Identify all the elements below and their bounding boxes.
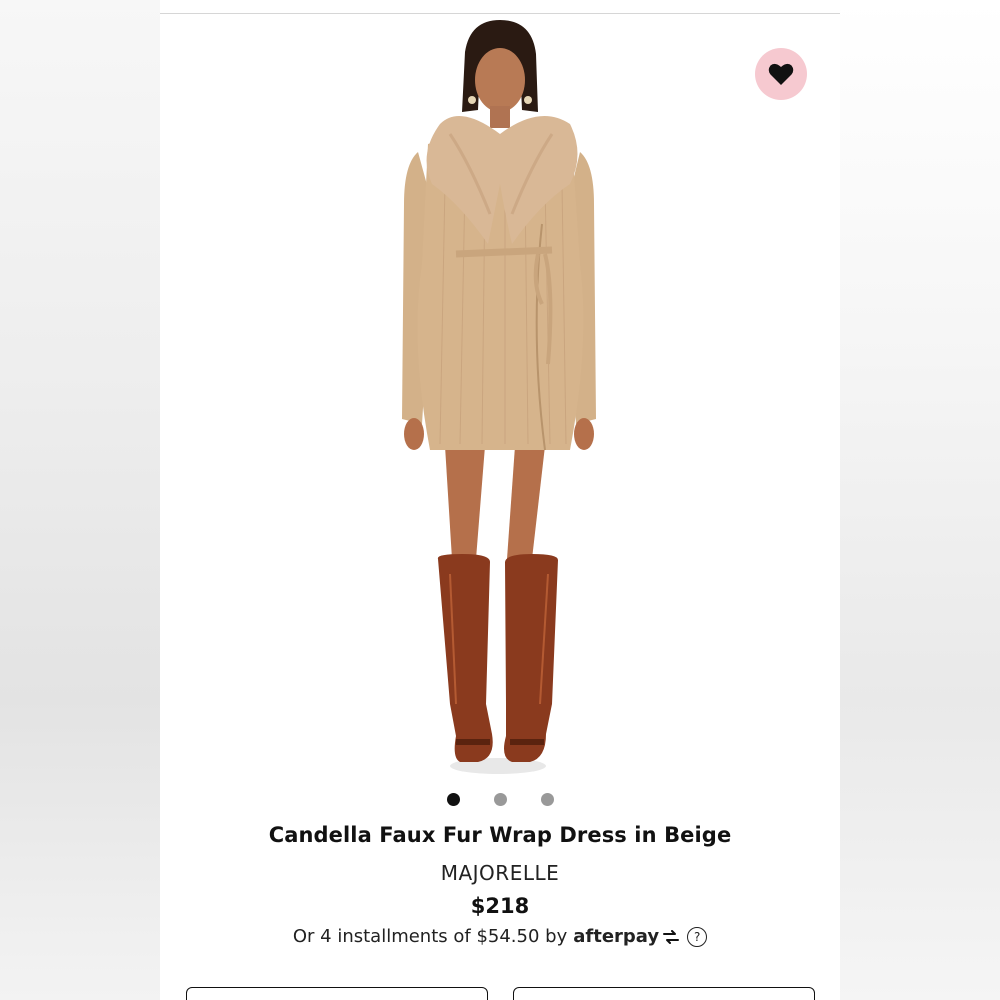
size-select-button[interactable] [186,987,488,1000]
image-carousel-indicators [160,793,840,807]
carousel-dot-3[interactable] [540,793,554,806]
product-page: Candella Faux Fur Wrap Dress in Beige MA… [160,0,840,1000]
help-icon[interactable]: ? [687,926,708,947]
add-to-bag-button[interactable] [513,987,815,1000]
heart-icon [768,63,794,85]
installments-text: Or 4 installments of $54.50 by [292,926,568,947]
product-title: Candella Faux Fur Wrap Dress in Beige [268,823,732,847]
brand-name[interactable]: MAJORELLE [160,861,840,885]
carousel-dot-1[interactable] [446,793,460,806]
afterpay-arrows-icon [663,929,680,944]
favorite-button[interactable] [755,48,807,100]
carousel-dot-2[interactable] [493,793,507,806]
backdrop-right-blur [840,0,1000,1000]
backdrop-left-blur [0,0,160,1000]
afterpay-logo: afterpay [573,926,681,947]
product-image[interactable] [160,14,840,784]
product-price: $218 [470,894,530,918]
installments-info: Or 4 installments of $54.50 by afterpay … [160,926,840,947]
